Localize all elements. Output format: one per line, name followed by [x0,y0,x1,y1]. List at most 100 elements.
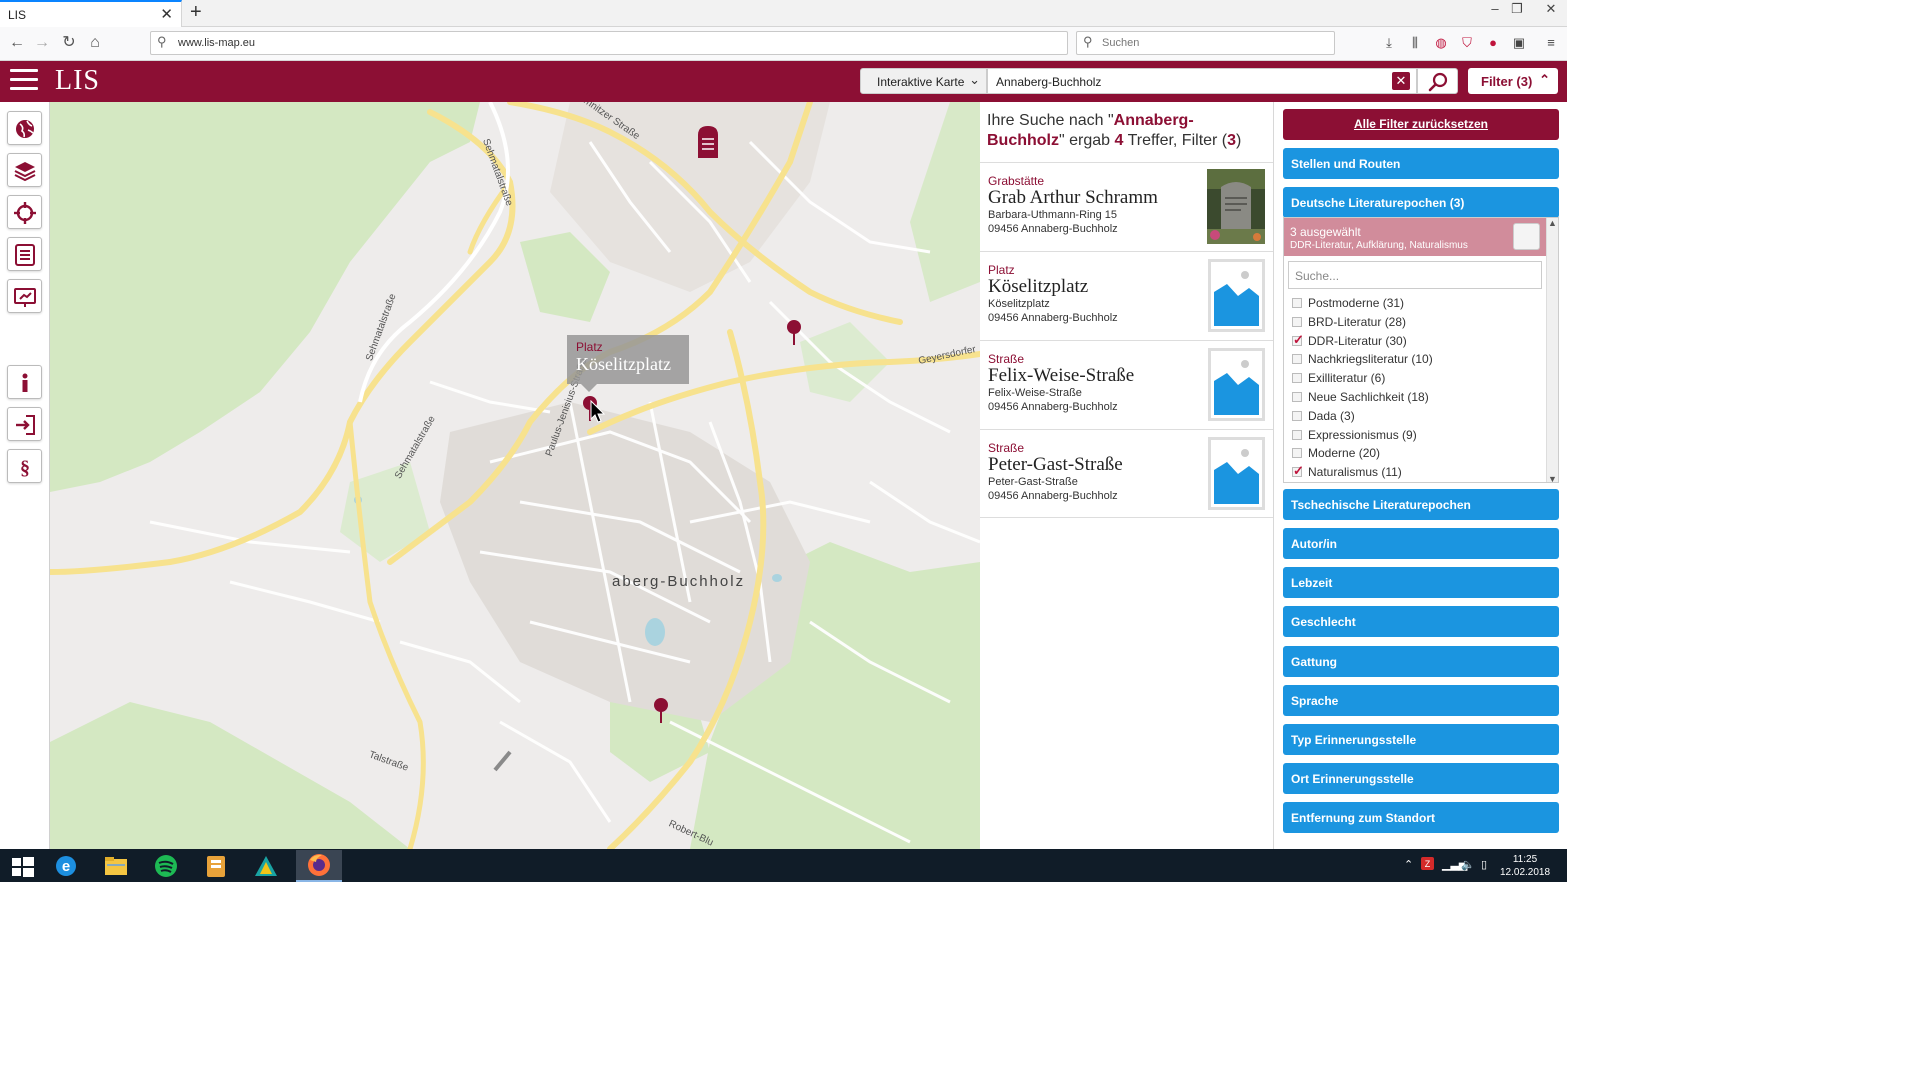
tray-expand-icon[interactable]: ⌃ [1404,858,1413,871]
result-item[interactable]: Straße Felix-Weise-Straße Felix-Weise-St… [980,340,1273,429]
browser-tab[interactable]: LIS ✕ [0,0,182,27]
result-name[interactable]: Felix-Weise-Straße [988,365,1134,387]
list-button[interactable] [7,237,42,271]
sidebar-icon[interactable]: ▣ [1509,33,1529,53]
result-item[interactable]: Grabstätte Grab Arthur Schramm Barbara-U… [980,162,1273,251]
filter-group-button[interactable]: Ort Erinnerungsstelle [1283,763,1559,794]
map-pin-icon[interactable] [653,697,669,723]
new-tab-icon[interactable]: + [190,1,202,24]
download-icon[interactable]: ⤓ [1379,33,1399,53]
map-popup[interactable]: Platz Köselitzplatz [567,335,689,384]
browser-search-bar[interactable]: ⚲ Suchen [1076,31,1335,55]
filter-toggle-button[interactable]: Filter (3) ⌃ [1468,68,1558,94]
checkbox[interactable] [1292,410,1302,421]
adblock-icon[interactable]: ● [1483,33,1503,53]
filter-group-button[interactable]: Tschechische Literaturepochen [1283,489,1559,520]
filter-option[interactable]: DDR-Literatur (30) [1290,332,1540,351]
shield-icon[interactable]: ⛉ [1457,33,1477,53]
checkbox[interactable] [1292,391,1302,402]
scroll-down-icon[interactable]: ▼ [1548,474,1557,482]
hamburger-menu-icon[interactable] [10,69,38,93]
search-input-value[interactable]: Annaberg-Buchholz [996,75,1101,89]
result-thumbnail[interactable] [1208,259,1265,332]
result-item[interactable]: Straße Peter-Gast-Straße Peter-Gast-Stra… [980,429,1273,518]
mode-select[interactable]: Interaktive Karte ⌄ [860,68,987,94]
forward-icon[interactable]: → [31,32,53,54]
url-text[interactable]: www.lis-map.eu [178,37,255,49]
result-name[interactable]: Grab Arthur Schramm [988,187,1158,209]
filter-group-button[interactable]: Sprache [1283,685,1559,716]
result-name[interactable]: Peter-Gast-Straße [988,454,1123,476]
checkbox-checked[interactable] [1292,332,1304,348]
filter-option[interactable]: BRD-Literatur (28) [1290,313,1540,332]
system-clock[interactable]: 11:25 12.02.2018 [1500,853,1550,879]
filter-group-button[interactable]: Typ Erinnerungsstelle [1283,724,1559,755]
login-button[interactable] [7,407,42,441]
tab-close-icon[interactable]: ✕ [160,5,173,23]
search-button[interactable] [1417,68,1458,94]
checkbox[interactable] [1292,298,1302,308]
filter-option[interactable]: Moderne (20) [1290,444,1540,463]
selected-summary[interactable]: 3 ausgewählt DDR-Literatur, Aufklärung, … [1284,218,1546,256]
checkbox[interactable] [1292,448,1302,459]
reload-icon[interactable]: ↻ [58,32,80,54]
dropdown-scrollbar[interactable]: ▲ ▼ [1546,218,1558,482]
result-item[interactable]: Platz Köselitzplatz Köselitzplatz 09456 … [980,251,1273,340]
browser-search-placeholder[interactable]: Suchen [1102,37,1139,49]
select-all-checkbox[interactable] [1513,223,1540,250]
back-icon[interactable]: ← [6,32,28,54]
result-thumbnail[interactable] [1208,437,1265,510]
battery-icon[interactable]: ▯ [1481,858,1487,871]
library-icon[interactable]: ⫼ [1405,33,1425,53]
start-button[interactable] [0,850,46,882]
result-thumbnail[interactable] [1208,348,1265,421]
filter-group-button[interactable]: Gattung [1283,646,1559,677]
result-name[interactable]: Köselitzplatz [988,276,1088,298]
filter-group-button[interactable]: Deutsche Literaturepochen (3) [1283,187,1559,218]
filter-option[interactable]: Neue Sachlichkeit (18) [1290,388,1540,407]
url-bar[interactable]: ⚲ www.lis-map.eu [150,31,1068,55]
filter-option[interactable]: Expressionismus (9) [1290,426,1540,445]
taskbar-ie[interactable]: e [43,850,89,882]
window-close-icon[interactable]: ✕ [1536,1,1566,17]
filter-group-button[interactable]: Geschlecht [1283,606,1559,637]
filter-group-button[interactable]: Entfernung zum Standort [1283,802,1559,833]
checkbox[interactable] [1292,316,1302,327]
menu-icon[interactable]: ≡ [1541,33,1561,53]
tray-app-icon[interactable]: Z [1421,856,1435,875]
checkbox-checked[interactable] [1292,463,1304,479]
checkbox[interactable] [1292,373,1302,384]
window-maximize-icon[interactable]: ❐ [1502,1,1532,17]
home-icon[interactable]: ⌂ [84,32,106,54]
map-canvas[interactable] [50,102,980,849]
filter-group-button[interactable]: Stellen und Routen [1283,148,1559,179]
taskbar-explorer[interactable] [93,850,139,882]
addon-icon[interactable]: ◍ [1431,33,1451,53]
map-view[interactable]: Chemnitzer Straße Sehmatalstraße Sehmata… [50,102,980,849]
filter-option[interactable]: Dada (3) [1290,407,1540,426]
checkbox[interactable] [1292,429,1302,440]
map-pin-icon[interactable] [786,319,802,345]
result-thumbnail[interactable] [1207,169,1265,244]
checkbox[interactable] [1292,354,1302,365]
reset-filters-button[interactable]: Alle Filter zurücksetzen [1283,109,1559,140]
taskbar-app[interactable] [243,850,289,882]
filter-option[interactable]: Exilliteratur (6) [1290,369,1540,388]
volume-icon[interactable]: 🔈 [1461,858,1475,871]
layers-button[interactable] [7,153,42,187]
filter-group-button[interactable]: Autor/in [1283,528,1559,559]
globe-button[interactable] [7,111,42,145]
taskbar-archive[interactable] [193,850,239,882]
grave-marker-icon[interactable] [696,125,720,159]
filter-option[interactable]: Postmoderne (31) [1290,294,1540,313]
filter-search-input[interactable]: Suche... [1288,261,1542,289]
scroll-up-icon[interactable]: ▲ [1548,218,1557,228]
taskbar-spotify[interactable] [143,850,189,882]
info-button[interactable] [7,365,42,399]
filter-option[interactable]: Naturalismus (11) [1290,463,1540,482]
locate-button[interactable] [7,195,42,229]
presentation-button[interactable] [7,279,42,313]
legal-button[interactable]: § [7,449,42,483]
search-input[interactable]: Annaberg-Buchholz [987,68,1417,94]
clear-search-icon[interactable]: ✕ [1392,72,1410,90]
